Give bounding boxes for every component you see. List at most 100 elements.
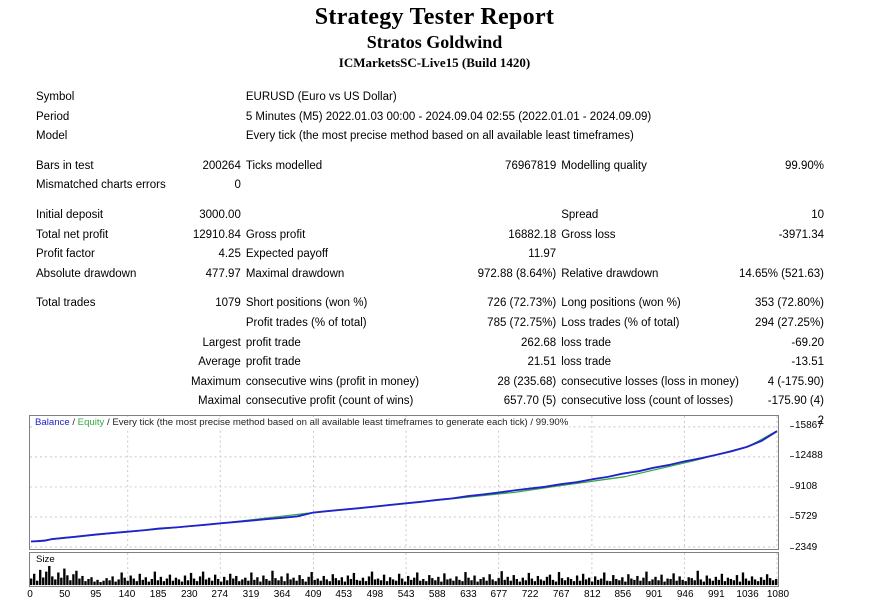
- gross-profit-value: 16882.18: [508, 228, 557, 241]
- y-axis-tick-label: 9108: [795, 481, 818, 492]
- x-axis-tick-label: 0: [27, 589, 33, 600]
- strategy-tester-report-page: Strategy Tester Report Stratos Goldwind …: [0, 4, 869, 600]
- largest-prefix: Largest: [202, 336, 241, 349]
- x-axis-tick-label: 319: [242, 589, 260, 600]
- bars-in-test-label: Bars in test: [36, 159, 94, 172]
- x-axis-tick-label: 185: [149, 589, 167, 600]
- x-axis-tick-label: 991: [708, 589, 725, 600]
- profit-trades-value: 785 (72.75%): [487, 316, 557, 329]
- y-axis-tick-mark: [790, 517, 794, 519]
- x-axis-tick-label: 95: [90, 589, 102, 600]
- page-title: Strategy Tester Report: [314, 4, 555, 30]
- initial-deposit-value: 3000.00: [199, 209, 241, 222]
- gross-loss-label: Gross loss: [561, 228, 616, 241]
- mismatched-label: Mismatched charts errors: [36, 179, 166, 192]
- loss-trades-value: 294 (27.25%): [754, 316, 824, 329]
- max-consec-wins-value: 28 (235.68): [497, 375, 557, 388]
- row-spacer-2: [36, 196, 824, 206]
- maximal-consec-profit-value: 657.70 (5): [503, 395, 557, 408]
- x-axis-tick-label: 543: [397, 589, 415, 600]
- x-axis-tick-label: 588: [428, 589, 446, 600]
- y-axis-tick-label: 2349: [795, 542, 818, 553]
- table-row-initial-deposit: Initial deposit 3000.00 Spread 10: [36, 206, 824, 226]
- absolute-drawdown-label: Absolute drawdown: [36, 267, 137, 280]
- broker-build: ICMarketsSC-Live15 (Build 1420): [338, 54, 531, 70]
- table-row-bars-in-test: Bars in test 200264 Ticks modelled 76967…: [36, 157, 824, 177]
- maximal-drawdown-label: Maximal drawdown: [245, 267, 345, 280]
- equity-curve-plot: [30, 416, 778, 549]
- row-spacer-3: [36, 284, 824, 294]
- table-row-largest: Largest profit trade 262.68 loss trade -…: [36, 334, 824, 354]
- profit-factor-value: 4.25: [218, 248, 241, 261]
- average-profit-trade-label: profit trade: [245, 356, 301, 369]
- initial-deposit-label: Initial deposit: [36, 209, 104, 222]
- spread-label: Spread: [561, 209, 599, 222]
- gross-loss-value: -3971.34: [778, 228, 824, 241]
- chart-legend: Balance / Equity / Every tick (the most …: [34, 417, 570, 428]
- table-row-total-net-profit: Total net profit 12910.84 Gross profit 1…: [36, 226, 824, 246]
- symbol-label: Symbol: [36, 91, 75, 104]
- ticks-modelled-label: Ticks modelled: [245, 159, 323, 172]
- expected-payoff-label: Expected payoff: [245, 248, 329, 261]
- gross-profit-label: Gross profit: [245, 228, 306, 241]
- y-axis-tick-label: 12488: [795, 450, 823, 462]
- total-trades-label: Total trades: [36, 297, 96, 310]
- total-net-profit-value: 12910.84: [192, 228, 241, 241]
- y-axis-tick-mark: [790, 456, 794, 458]
- average-loss-trade-value: -13.51: [791, 356, 824, 369]
- long-positions-value: 353 (72.80%): [754, 297, 824, 310]
- period-label: Period: [36, 110, 70, 123]
- table-row-profit-factor: Profit factor 4.25 Expected payoff 11.97: [36, 245, 824, 265]
- relative-drawdown-label: Relative drawdown: [561, 267, 659, 280]
- y-axis-tick-label: 5729: [795, 511, 818, 523]
- size-volume-panel: Size: [29, 552, 779, 587]
- table-row-mismatched: Mismatched charts errors 0: [36, 176, 824, 196]
- x-axis-tick-label: 856: [614, 589, 632, 600]
- table-row-symbol: Symbol EURUSD (Euro vs US Dollar): [36, 88, 824, 108]
- max-consec-wins-label: consecutive wins (profit in money): [245, 375, 420, 388]
- table-row-period: Period 5 Minutes (M5) 2022.01.03 00:00 -…: [36, 108, 824, 128]
- maximum-prefix: Maximum: [191, 375, 241, 388]
- period-spacer: [187, 108, 246, 128]
- largest-profit-trade-label: profit trade: [245, 336, 301, 349]
- table-row-absolute-drawdown: Absolute drawdown 477.97 Maximal drawdow…: [36, 265, 824, 285]
- legend-balance: Balance: [35, 417, 70, 428]
- x-axis-tick-label: 1080: [766, 589, 790, 600]
- maximal-drawdown-value: 972.88 (8.64%): [477, 267, 557, 280]
- mismatched-value: 0: [234, 179, 241, 192]
- model-label: Model: [36, 130, 68, 143]
- x-axis-tick-label: 409: [304, 589, 322, 600]
- largest-loss-trade-value: -69.20: [791, 336, 824, 349]
- x-axis-tick-label: 633: [460, 589, 477, 600]
- ea-name: Stratos Goldwind: [366, 31, 503, 52]
- short-positions-label: Short positions (won %): [245, 297, 368, 310]
- maximal-consec-loss-label: consecutive loss (count of losses): [561, 395, 734, 408]
- x-axis-tick-label: 140: [118, 589, 136, 600]
- total-net-profit-label: Total net profit: [36, 228, 109, 241]
- table-row-profit-trades: Profit trades (% of total) 785 (72.75%) …: [36, 314, 824, 334]
- largest-loss-trade-label: loss trade: [561, 336, 612, 349]
- model-value: Every tick (the most precise method base…: [245, 130, 634, 143]
- modelling-quality-label: Modelling quality: [561, 159, 647, 172]
- size-panel-label: Size: [34, 554, 57, 565]
- legend-sep-1: /: [69, 417, 78, 428]
- y-axis-tick-mark: [790, 426, 794, 427]
- long-positions-label: Long positions (won %): [561, 297, 681, 310]
- maximal-prefix: Maximal: [198, 395, 241, 408]
- ticks-modelled-value: 76967819: [505, 159, 557, 172]
- x-axis-tick-label: 274: [211, 589, 229, 600]
- symbol-spacer: [187, 88, 246, 108]
- balance-equity-chart: Balance / Equity / Every tick (the most …: [29, 415, 789, 587]
- average-profit-trade-value: 21.51: [527, 356, 557, 369]
- table-row-maximal-consecutive: Maximal consecutive profit (count of win…: [36, 392, 824, 412]
- max-consec-losses-label: consecutive losses (loss in money): [561, 375, 739, 388]
- y-axis-labels: 15867 12488 9108 5729 2349: [790, 415, 865, 555]
- equity-curve-panel: Balance / Equity / Every tick (the most …: [29, 415, 779, 550]
- spread-value: 10: [811, 209, 824, 222]
- bars-in-test-value: 200264: [202, 159, 241, 172]
- largest-profit-trade-value: 262.68: [521, 336, 557, 349]
- row-spacer-1: [36, 147, 824, 157]
- profit-factor-label: Profit factor: [36, 248, 95, 261]
- x-axis-tick-label: 498: [366, 589, 384, 600]
- maximal-consec-profit-label: consecutive profit (count of wins): [245, 395, 414, 408]
